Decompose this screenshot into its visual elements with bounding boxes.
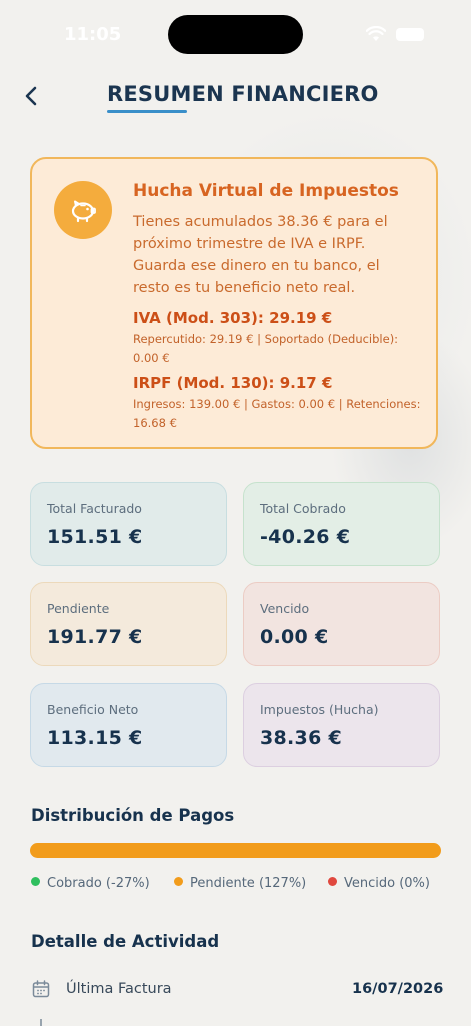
wifi-icon <box>366 26 386 41</box>
hucha-card: Hucha Virtual de Impuestos Tienes acumul… <box>30 157 438 449</box>
stat-card-beneficio-neto: Beneficio Neto 113.15 € <box>30 683 227 767</box>
distribution-title: Distribución de Pagos <box>31 806 235 825</box>
activity-title: Detalle de Actividad <box>31 932 220 951</box>
stat-value: 151.51 € <box>47 526 143 548</box>
status-time: 11:05 <box>64 24 122 45</box>
stat-label: Impuestos (Hucha) <box>260 702 379 717</box>
legend-dot <box>174 877 183 886</box>
legend-label: Pendiente (127%) <box>190 876 307 891</box>
stat-card-pendiente: Pendiente 191.77 € <box>30 582 227 666</box>
battery-icon <box>396 28 424 41</box>
iva-detail: Repercutido: 29.19 € | Soportado (Deduci… <box>133 332 399 365</box>
iva-title: IVA (Mod. 303): 29.19 € <box>133 309 333 327</box>
stat-label: Beneficio Neto <box>47 702 139 717</box>
stat-label: Total Cobrado <box>260 501 346 516</box>
calendar-icon <box>32 980 50 998</box>
dynamic-island <box>168 15 303 54</box>
distribution-bar <box>30 843 441 858</box>
page-title: RESUMEN FINANCIERO <box>107 82 379 106</box>
stat-label: Vencido <box>260 601 310 616</box>
irpf-title: IRPF (Mod. 130): 9.17 € <box>133 374 333 392</box>
stat-card-total-facturado: Total Facturado 151.51 € <box>30 482 227 566</box>
stat-card-impuestos-hucha: Impuestos (Hucha) 38.36 € <box>243 683 440 767</box>
stat-value: 191.77 € <box>47 626 143 648</box>
activity-row-label: Última Factura <box>66 981 172 997</box>
legend-vencido: Vencido (0%) <box>328 876 430 891</box>
legend-dot <box>328 877 337 886</box>
stat-card-vencido: Vencido 0.00 € <box>243 582 440 666</box>
stat-value: 0.00 € <box>260 626 329 648</box>
activity-row-value: 16/07/2026 <box>352 981 444 997</box>
activity-next-row-icon <box>40 1019 42 1026</box>
legend-dot <box>31 877 40 886</box>
hucha-title: Hucha Virtual de Impuestos <box>133 181 399 201</box>
legend-label: Cobrado (-27%) <box>47 876 150 891</box>
piggy-bank-icon <box>54 181 112 239</box>
status-bar: 11:05 <box>0 0 471 60</box>
legend-label: Vencido (0%) <box>344 876 430 891</box>
hucha-description: Tienes acumulados 38.36 € para el próxim… <box>133 214 388 296</box>
stat-value: 113.15 € <box>47 727 143 749</box>
stat-value: 38.36 € <box>260 727 343 749</box>
title-underline <box>107 110 187 113</box>
stat-label: Pendiente <box>47 601 110 616</box>
stat-label: Total Facturado <box>47 501 142 516</box>
back-button[interactable] <box>18 82 46 110</box>
legend-pendiente: Pendiente (127%) <box>174 876 306 891</box>
legend-cobrado: Cobrado (-27%) <box>31 876 150 891</box>
irpf-detail: Ingresos: 139.00 € | Gastos: 0.00 € | Re… <box>133 397 421 430</box>
stat-card-total-cobrado: Total Cobrado -40.26 € <box>243 482 440 566</box>
stat-value: -40.26 € <box>260 526 351 548</box>
